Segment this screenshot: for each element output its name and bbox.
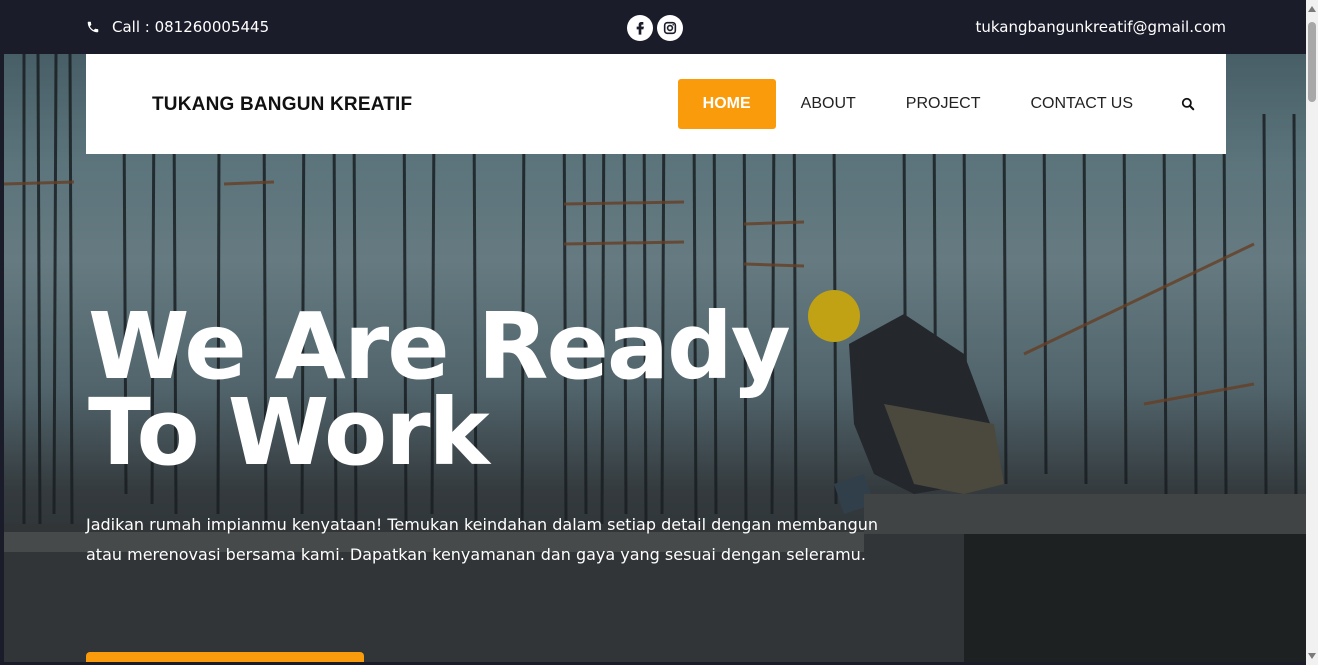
brand-logo[interactable]: TUKANG BANGUN KREATIF: [152, 94, 412, 116]
hero-cta-button[interactable]: [86, 652, 364, 662]
scroll-up-arrow-icon[interactable]: [1308, 6, 1316, 12]
nav-item-project[interactable]: PROJECT: [881, 79, 1006, 129]
social-links: [627, 15, 683, 41]
email-link[interactable]: tukangbangunkreatif@gmail.com: [975, 18, 1226, 36]
main-navbar: TUKANG BANGUN KREATIF HOME ABOUT PROJECT…: [86, 54, 1226, 154]
search-icon[interactable]: [1168, 79, 1208, 129]
page-viewport: Call : 081260005445 tukangbangunkreatif@…: [4, 2, 1306, 662]
facebook-icon[interactable]: [627, 15, 653, 41]
phone-text: Call : 081260005445: [112, 18, 270, 36]
instagram-icon[interactable]: [657, 15, 683, 41]
nav-item-about[interactable]: ABOUT: [776, 79, 881, 129]
top-bar: Call : 081260005445 tukangbangunkreatif@…: [4, 2, 1306, 54]
nav-item-home[interactable]: HOME: [677, 79, 776, 129]
hero-headline: We Are Ready To Work: [88, 301, 791, 479]
hero-subtitle: Jadikan rumah impianmu kenyataan! Temuka…: [86, 515, 879, 564]
nav-item-contact-us[interactable]: CONTACT US: [1005, 79, 1158, 129]
page-scrollbar[interactable]: [1306, 0, 1318, 665]
nav-menu: HOME ABOUT PROJECT CONTACT US: [677, 79, 1208, 129]
phone-icon: [87, 21, 99, 33]
phone-contact[interactable]: Call : 081260005445: [86, 18, 269, 36]
scroll-thumb[interactable]: [1308, 22, 1316, 102]
scroll-down-arrow-icon[interactable]: [1308, 653, 1316, 659]
hero-headline-line2: To Work: [88, 379, 490, 486]
